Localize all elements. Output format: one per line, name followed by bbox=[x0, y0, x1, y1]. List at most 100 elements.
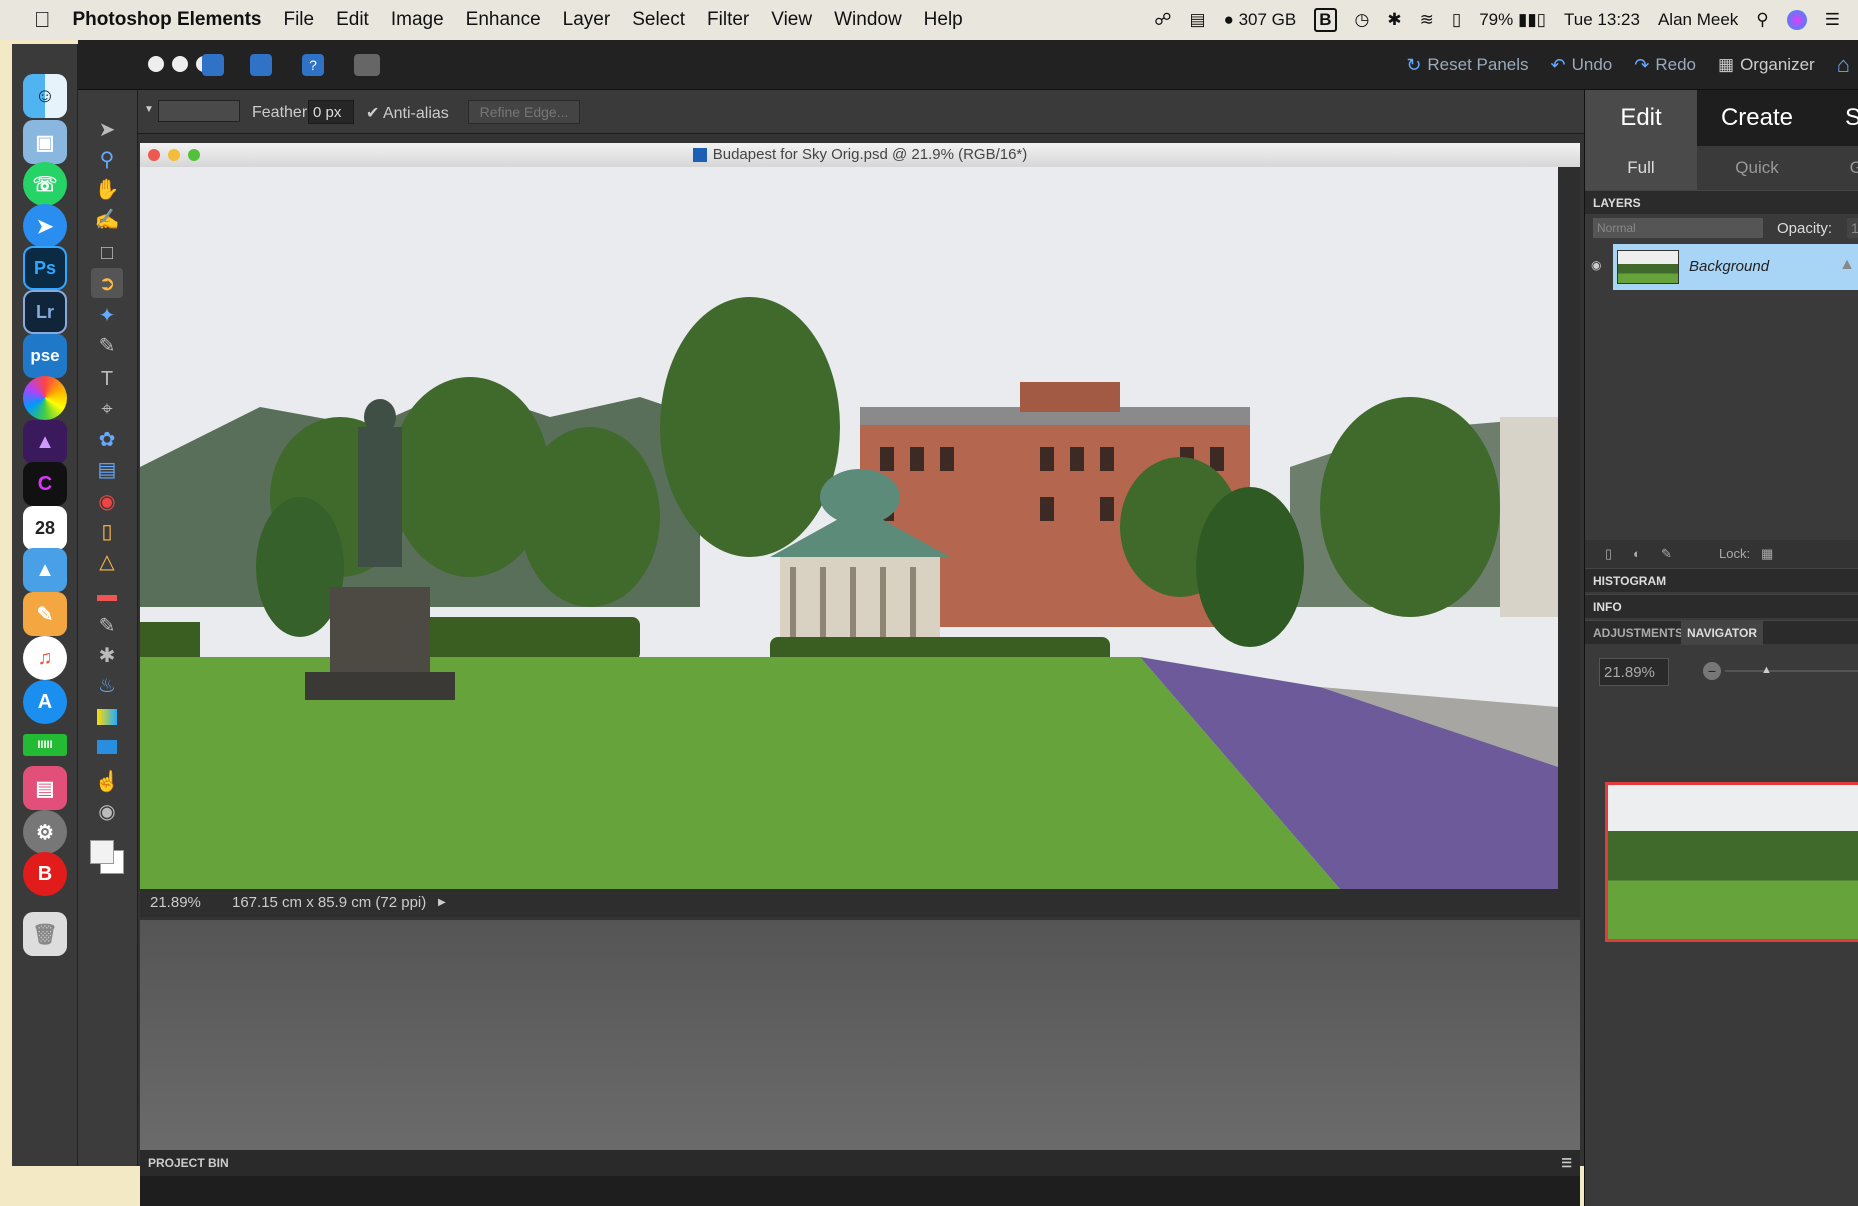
doc-zoom-button[interactable] bbox=[188, 149, 200, 161]
menu-file[interactable]: File bbox=[283, 9, 314, 31]
battery-app-icon[interactable]: IIIII bbox=[23, 734, 67, 756]
clock[interactable]: Tue 13:23 bbox=[1564, 10, 1640, 30]
image-canvas[interactable] bbox=[140, 167, 1558, 889]
organizer-button[interactable]: ▦ Organizer bbox=[1718, 55, 1815, 75]
app-store-icon[interactable]: A bbox=[23, 680, 67, 724]
opacity-input[interactable]: 100% bbox=[1847, 218, 1858, 238]
feather-input[interactable] bbox=[308, 100, 354, 124]
gradient-tool-icon[interactable] bbox=[91, 702, 123, 732]
notification-center-icon[interactable]: ☰ bbox=[1825, 10, 1840, 30]
bluetooth-icon[interactable]: ✱ bbox=[1387, 10, 1401, 30]
brush-layer-icon[interactable]: ✎ bbox=[1661, 540, 1672, 568]
tab-edit[interactable]: Edit bbox=[1585, 90, 1697, 146]
tab-adjustments[interactable]: ADJUSTMENTS bbox=[1593, 621, 1683, 645]
arrange-layout-icon[interactable] bbox=[354, 54, 380, 76]
clone-stamp-tool-icon[interactable]: △ bbox=[91, 546, 123, 576]
app-menu[interactable]: Photoshop Elements bbox=[73, 9, 262, 31]
battery-status[interactable]: 79% ▮▮▯ bbox=[1479, 10, 1546, 30]
zoom-slider[interactable] bbox=[1725, 670, 1858, 672]
photoshop-icon[interactable]: Ps bbox=[23, 246, 67, 290]
sponge-tool-icon[interactable]: ◉ bbox=[91, 796, 123, 826]
info-panel-header[interactable]: INFO☰ bbox=[1585, 594, 1858, 618]
navigator-preview[interactable] bbox=[1605, 782, 1858, 942]
subtab-guided[interactable]: Guided bbox=[1817, 146, 1858, 190]
brush-tool-icon[interactable]: ✎ bbox=[91, 610, 123, 640]
calendar-icon[interactable]: 28 bbox=[23, 506, 67, 550]
wifi-icon[interactable]: ≋ bbox=[1420, 10, 1434, 30]
reset-panels-button[interactable]: ↻ Reset Panels bbox=[1406, 55, 1528, 76]
layer-row-background[interactable]: Background ▲ bbox=[1613, 244, 1858, 290]
project-bin-header[interactable]: PROJECT BIN ☰ bbox=[140, 1150, 1580, 1176]
new-layer-icon[interactable]: ▯ bbox=[1605, 540, 1612, 568]
selection-mode-buttons[interactable] bbox=[158, 100, 240, 122]
refine-edge-button[interactable]: Refine Edge... bbox=[468, 100, 580, 124]
whatsapp-icon[interactable]: ☏ bbox=[23, 162, 67, 206]
tab-create[interactable]: Create bbox=[1697, 90, 1817, 146]
display-app-icon[interactable]: ▤ bbox=[23, 766, 67, 810]
quick-selection-tool-icon[interactable]: ✎ bbox=[91, 330, 123, 360]
anti-alias-checkbox[interactable]: ✔ Anti-alias bbox=[366, 103, 449, 123]
subtab-quick[interactable]: Quick bbox=[1697, 146, 1817, 190]
color-swatches[interactable] bbox=[90, 840, 126, 876]
doc-close-button[interactable] bbox=[148, 149, 160, 161]
straighten-tool-icon[interactable]: ▤ bbox=[91, 454, 123, 484]
airplay-icon[interactable]: ▯ bbox=[1452, 10, 1461, 30]
apple-menu-icon[interactable]:  bbox=[34, 7, 51, 33]
adjustment-layer-icon[interactable]: ◐ bbox=[1633, 540, 1641, 568]
layers-panel-header[interactable]: LAYERS☰ bbox=[1585, 190, 1858, 214]
user-name[interactable]: Alan Meek bbox=[1658, 10, 1738, 30]
menu-edit[interactable]: Edit bbox=[336, 9, 369, 31]
photos-icon[interactable] bbox=[23, 376, 67, 420]
pages-icon[interactable]: ✎ bbox=[23, 592, 67, 636]
zoom-tool-icon[interactable]: ⚲ bbox=[91, 144, 123, 174]
tab-share[interactable]: Share bbox=[1817, 90, 1858, 146]
display-icon[interactable]: ▤ bbox=[1190, 10, 1206, 30]
paint-bucket-tool-icon[interactable]: ♨ bbox=[91, 670, 123, 700]
foreground-color-swatch[interactable] bbox=[90, 840, 114, 864]
finder-icon[interactable]: ☺ bbox=[23, 74, 67, 118]
photoshop-elements-icon[interactable]: pse bbox=[23, 334, 67, 378]
navigator-zoom-input[interactable]: 21.89% bbox=[1599, 658, 1669, 686]
tool-preset-picker[interactable]: ▼ bbox=[144, 104, 154, 118]
layer-visibility-icon[interactable]: ◉ bbox=[1591, 258, 1601, 272]
capture-one-icon[interactable]: C bbox=[23, 462, 67, 506]
preview-icon[interactable]: ▣ bbox=[23, 120, 67, 164]
menu-select[interactable]: Select bbox=[632, 9, 685, 31]
histogram-panel-header[interactable]: HISTOGRAM☰ bbox=[1585, 568, 1858, 592]
marquee-tool-icon[interactable]: □ bbox=[91, 238, 123, 268]
open-file-icon[interactable] bbox=[202, 54, 224, 76]
redo-button[interactable]: ↷ Redo bbox=[1634, 55, 1696, 76]
crop-tool-icon[interactable]: ⌖ bbox=[91, 394, 123, 424]
affinity-icon[interactable]: ▲ bbox=[23, 420, 67, 464]
zoom-slider-thumb[interactable]: ▲ bbox=[1761, 664, 1772, 676]
menu-filter[interactable]: Filter bbox=[707, 9, 749, 31]
spotlight-search-icon[interactable]: ⚲ bbox=[1756, 10, 1768, 30]
lasso-tool-icon[interactable]: ➲ bbox=[91, 268, 123, 298]
healing-brush-tool-icon[interactable]: ▯ bbox=[91, 516, 123, 546]
zoom-out-icon[interactable]: − bbox=[1703, 662, 1721, 680]
creative-cloud-icon[interactable]: ☍ bbox=[1154, 10, 1171, 30]
blur-tool-icon[interactable]: ☝ bbox=[91, 766, 123, 796]
eyedropper-tool-icon[interactable]: ✍ bbox=[91, 204, 123, 234]
move-tool-icon[interactable]: ➤ bbox=[91, 114, 123, 144]
doc-minimize-button[interactable] bbox=[168, 149, 180, 161]
siri-icon[interactable] bbox=[1786, 10, 1807, 30]
keynote-icon[interactable]: ▲ bbox=[23, 548, 67, 592]
undo-button[interactable]: ↶ Undo bbox=[1551, 55, 1613, 76]
magic-wand-tool-icon[interactable]: ✦ bbox=[91, 300, 123, 330]
red-eye-tool-icon[interactable]: ◉ bbox=[91, 486, 123, 516]
window-close-dot[interactable] bbox=[148, 56, 164, 72]
shape-tool-icon[interactable] bbox=[91, 732, 123, 762]
disk-space-status[interactable]: ● 307 GB bbox=[1224, 10, 1297, 30]
type-tool-icon[interactable]: T bbox=[91, 364, 123, 394]
home-icon[interactable]: ⌂ bbox=[1837, 52, 1850, 78]
menu-view[interactable]: View bbox=[771, 9, 812, 31]
trash-icon[interactable]: 🗑 bbox=[23, 912, 67, 956]
help-icon[interactable]: ? bbox=[302, 54, 324, 76]
lock-all-icon[interactable]: ▦ bbox=[1761, 540, 1773, 568]
bbedit-icon[interactable]: B bbox=[23, 852, 67, 896]
safari-icon[interactable]: ➤ bbox=[23, 204, 67, 248]
lightroom-icon[interactable]: Lr bbox=[23, 290, 67, 334]
cookie-cutter-tool-icon[interactable]: ✿ bbox=[91, 424, 123, 454]
canvas-vertical-scrollbar[interactable] bbox=[1558, 167, 1580, 889]
